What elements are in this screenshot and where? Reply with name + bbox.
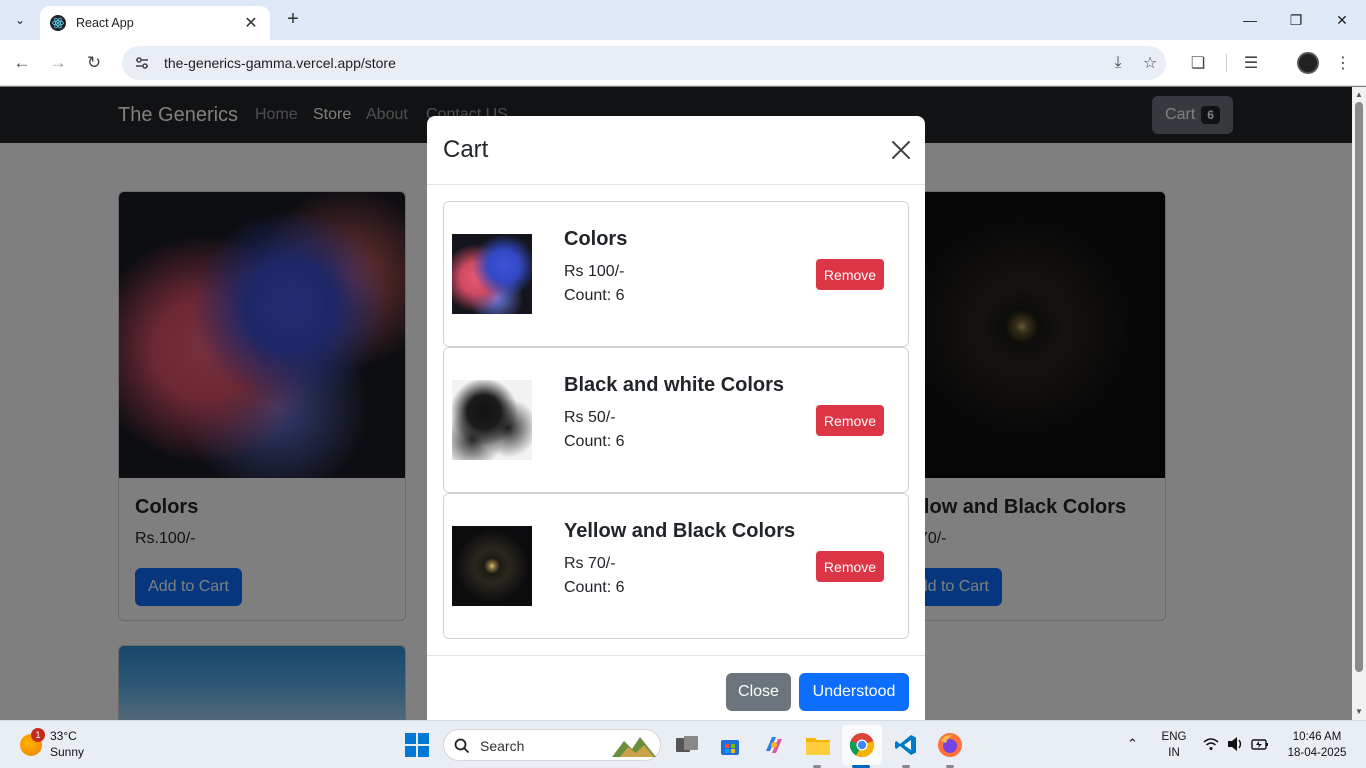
windows-start-icon[interactable] <box>405 733 429 757</box>
new-tab-plus-icon[interactable]: + <box>282 8 304 32</box>
page-scrollbar[interactable]: ▲ ▼ <box>1352 87 1366 720</box>
remove-button[interactable]: Remove <box>816 405 884 436</box>
cart-item-image <box>452 526 532 606</box>
cart-item: Yellow and Black Colors Rs 70/- Count: 6… <box>443 493 909 639</box>
chrome-icon[interactable] <box>848 731 876 759</box>
search-icon <box>454 738 470 754</box>
cart-item: Colors Rs 100/- Count: 6 Remove <box>443 201 909 347</box>
search-placeholder: Search <box>480 738 525 754</box>
cart-item-price: Rs 70/- <box>564 555 616 572</box>
cart-item-count: Count: 6 <box>564 433 625 450</box>
site-info-icon[interactable] <box>134 55 150 71</box>
copilot-icon[interactable] <box>760 731 788 759</box>
extensions-puzzle-icon[interactable]: ❏ <box>1185 50 1211 76</box>
cart-item-price: Rs 100/- <box>564 263 625 280</box>
tab-close-icon[interactable]: ✕ <box>242 13 260 33</box>
close-icon[interactable] <box>889 138 913 162</box>
profile-avatar[interactable] <box>1297 52 1319 74</box>
vscode-icon[interactable] <box>892 731 920 759</box>
bookmark-star-icon[interactable]: ☆ <box>1134 50 1166 76</box>
minimize-icon[interactable]: — <box>1240 8 1260 32</box>
clock-time[interactable]: 10:46 AM <box>1285 731 1349 743</box>
scroll-thumb[interactable] <box>1355 102 1363 672</box>
toolbar-divider <box>1226 54 1227 72</box>
cart-item-count: Count: 6 <box>564 579 625 596</box>
back-arrow-icon[interactable]: ← <box>9 50 35 76</box>
file-explorer-icon[interactable] <box>804 731 832 759</box>
region-indicator[interactable]: IN <box>1160 747 1188 759</box>
close-button[interactable]: Close <box>726 673 791 711</box>
modal-footer: Close Understood <box>427 655 925 720</box>
modal-header: Cart <box>427 116 925 185</box>
reading-list-icon[interactable]: ☰ <box>1238 50 1264 76</box>
scroll-up-arrow-icon[interactable]: ▲ <box>1355 91 1363 99</box>
react-favicon-icon <box>50 15 66 31</box>
cart-item-count: Count: 6 <box>564 287 625 304</box>
reload-icon[interactable]: ↻ <box>81 50 107 76</box>
weather-notification-badge: 1 <box>31 728 45 742</box>
firefox-icon[interactable] <box>936 731 964 759</box>
modal-title: Cart <box>443 136 489 163</box>
window-close-icon[interactable]: ✕ <box>1332 8 1352 32</box>
restore-icon[interactable]: ❐ <box>1286 8 1306 32</box>
remove-button[interactable]: Remove <box>816 259 884 290</box>
browser-tab[interactable]: React App ✕ <box>40 6 270 40</box>
cart-item-name: Black and white Colors <box>564 374 785 396</box>
cart-item-name: Yellow and Black Colors <box>564 520 796 542</box>
clock-date[interactable]: 18-04-2025 <box>1285 747 1349 759</box>
cart-item-name: Colors <box>564 228 628 250</box>
tab-search-chevron-icon[interactable]: ⌄ <box>8 8 32 32</box>
forward-arrow-icon[interactable]: → <box>45 50 71 76</box>
show-hidden-icons-chevron-icon[interactable]: ⌃ <box>1127 736 1138 752</box>
cart-item-image <box>452 380 532 460</box>
language-indicator[interactable]: ENG <box>1160 731 1188 743</box>
remove-button[interactable]: Remove <box>816 551 884 582</box>
cart-item: Black and white Colors Rs 50/- Count: 6 … <box>443 347 909 493</box>
task-view-icon[interactable] <box>673 731 701 759</box>
wifi-icon[interactable] <box>1203 737 1219 751</box>
taskbar-search-input[interactable]: Search <box>443 729 661 761</box>
install-app-icon[interactable]: ⤓ <box>1102 50 1134 76</box>
page-content: The Generics Home Store About Contact US… <box>0 87 1352 720</box>
browser-toolbar: ← → ↻ the-generics-gamma.vercel.app/stor… <box>0 40 1366 86</box>
weather-temperature[interactable]: 33°C <box>50 729 77 743</box>
browser-tab-strip: ⌄ React App ✕ + — ❐ ✕ <box>0 0 1366 40</box>
address-bar[interactable]: the-generics-gamma.vercel.app/store ⤓ ☆ <box>122 46 1166 80</box>
search-highlight-landscape-icon <box>612 737 656 757</box>
understood-button[interactable]: Understood <box>799 673 909 711</box>
windows-taskbar: 1 33°C Sunny Search ⌃ ENG IN 10:46 AM 18… <box>0 720 1366 768</box>
more-menu-icon[interactable]: ⋮ <box>1330 50 1356 76</box>
cart-modal: Cart Colors Rs 100/- Count: 6 Remove Bla… <box>427 116 925 720</box>
battery-icon[interactable] <box>1251 736 1269 752</box>
cart-item-image <box>452 234 532 314</box>
tab-title: React App <box>76 16 134 30</box>
scroll-down-arrow-icon[interactable]: ▼ <box>1355 708 1363 716</box>
url-text: the-generics-gamma.vercel.app/store <box>164 55 396 71</box>
weather-condition[interactable]: Sunny <box>50 745 84 759</box>
volume-icon[interactable] <box>1227 736 1245 752</box>
microsoft-store-icon[interactable] <box>716 731 744 759</box>
cart-item-price: Rs 50/- <box>564 409 616 426</box>
